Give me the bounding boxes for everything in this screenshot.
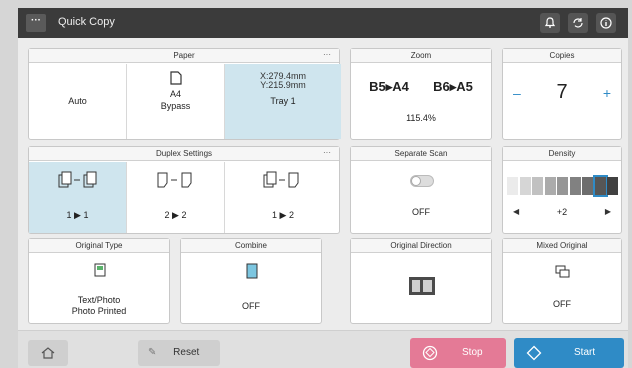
duplex-option-2-2[interactable]: 2 ▶ 2 [127,162,225,233]
stop-label: Stop [462,347,483,358]
zoom-option-b6-a5[interactable]: B6▸A5 [423,79,483,95]
mixed-original-title: Mixed Original [503,239,621,253]
combine-page-icon [246,263,258,279]
density-segment[interactable] [582,177,593,195]
density-segment[interactable] [569,177,581,195]
density-title: Density [503,147,621,161]
separate-scan-value: OFF [412,207,430,217]
home-icon [41,347,55,359]
density-segment[interactable] [532,177,543,195]
original-type-title: Original Type [29,239,169,253]
separate-scan-title: Separate Scan [351,147,491,161]
combine-title: Combine [181,239,321,253]
mixed-original-value: OFF [553,299,571,309]
duplex-card: Duplex Settings ··· 1 ▶ 1 2 ▶ 2 1 ▶ 2 [28,146,340,234]
paper-auto-label: Auto [68,96,87,106]
combine-value: OFF [242,301,260,311]
mixed-original-card[interactable]: Mixed Original OFF [502,238,622,324]
paper-bypass-size: A4 [169,89,181,99]
start-label: Start [574,347,596,358]
original-direction-card[interactable]: Original Direction [350,238,492,324]
paper-sheet-icon [170,71,182,85]
paper-custom-y: Y:215.9mm [260,80,306,90]
paper-bypass-option[interactable]: A4 Bypass [127,64,225,139]
original-direction-title: Original Direction [351,239,491,253]
top-bar: ··· Quick Copy [18,8,628,38]
pencil-icon: ✎ [148,347,157,358]
paper-tray-label: Tray 1 [270,96,296,106]
paper-auto-option[interactable]: Auto [29,64,127,139]
duplex-2-to-2-icon [157,172,192,188]
paper-bypass-label: Bypass [160,101,191,111]
stop-icon [422,345,438,361]
zoom-card[interactable]: Zoom B5▸A4 B6▸A5 115.4% [350,48,492,140]
bell-icon[interactable] [540,13,560,33]
zoom-option-b5-a4[interactable]: B5▸A4 [359,79,419,95]
duplex-option-1-2-label: 1 ▶ 2 [272,210,294,220]
text-photo-icon [94,263,106,277]
density-segment[interactable] [592,175,608,197]
menu-button[interactable]: ··· [26,14,46,32]
density-segment[interactable] [607,177,618,195]
copies-title: Copies [503,49,621,63]
paper-more-button[interactable]: ··· [323,49,331,60]
stop-button[interactable]: Stop [410,338,506,368]
info-icon[interactable] [596,13,616,33]
original-type-line1: Text/Photo [77,295,121,305]
zoom-title: Zoom [351,49,491,63]
home-button[interactable] [28,340,68,366]
copy-screen: ··· Quick Copy Paper ··· Auto A4 Bypass X… [18,8,628,368]
separate-scan-toggle[interactable] [410,175,434,187]
duplex-option-1-1-label: 1 ▶ 1 [66,210,89,220]
duplex-1-to-1-icon [58,171,97,188]
density-segment[interactable] [557,177,568,195]
reset-label: Reset [173,347,200,358]
duplex-option-2-2-label: 2 ▶ 2 [164,210,187,220]
reset-button[interactable]: ✎ Reset [138,340,220,366]
duplex-option-1-1[interactable]: 1 ▶ 1 [29,162,127,233]
density-level-bar[interactable] [507,175,619,197]
zoom-value: 115.4% [406,113,436,123]
separate-scan-card[interactable]: Separate Scan OFF [350,146,492,234]
density-segment[interactable] [507,177,518,195]
original-type-card[interactable]: Original Type Text/Photo Photo Printed [28,238,170,324]
density-segment[interactable] [519,177,531,195]
density-value: +2 [556,207,568,217]
mixed-original-icon [555,265,570,278]
original-direction-icon [409,277,435,295]
density-segment[interactable] [544,177,556,195]
copies-card: Copies – 7 + [502,48,622,140]
duplex-option-1-2[interactable]: 1 ▶ 2 [225,162,341,233]
copies-increment-button[interactable]: + [603,85,611,101]
start-button[interactable]: Start [514,338,624,368]
footer-bar: ✎ Reset Stop Start [18,330,628,368]
refresh-icon[interactable] [568,13,588,33]
paper-card: Paper ··· Auto A4 Bypass X:279.4mm Y:215.… [28,48,341,140]
density-increase-button[interactable]: ▶ [605,207,611,216]
paper-tray1-option[interactable]: X:279.4mm Y:215.9mm Tray 1 [225,64,341,139]
duplex-more-button[interactable]: ··· [323,147,331,158]
paper-title: Paper ··· [29,49,339,63]
start-icon [526,345,542,361]
duplex-1-to-2-icon [263,171,299,188]
original-type-line2: Photo Printed [71,306,127,316]
app-title: Quick Copy [58,16,115,28]
density-card: Density ◀ +2 ▶ [502,146,622,234]
combine-card[interactable]: Combine OFF [180,238,322,324]
duplex-title: Duplex Settings ··· [29,147,339,161]
